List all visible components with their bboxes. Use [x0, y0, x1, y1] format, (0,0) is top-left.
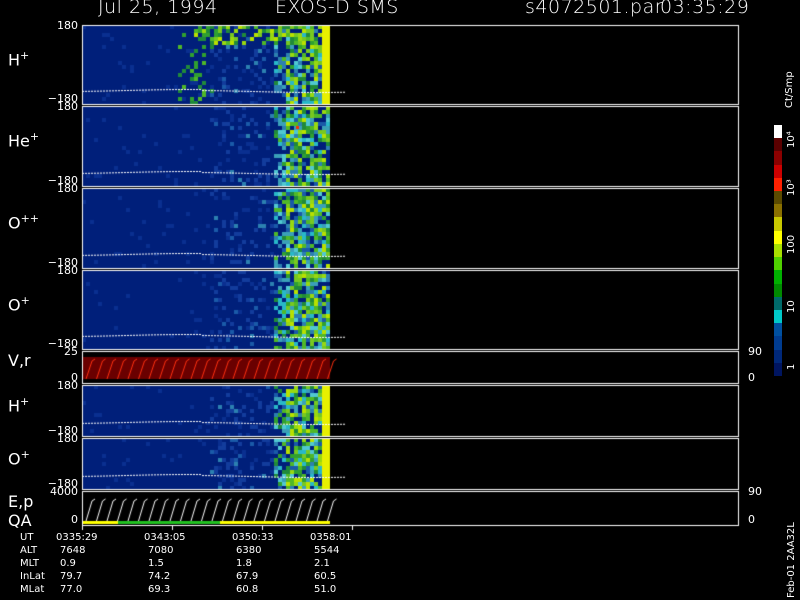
- ephemeris-row-name: ALT: [20, 545, 38, 556]
- ephemeris-row-name: MLT: [20, 558, 39, 569]
- colorbar-swatch: [774, 257, 782, 271]
- colorbar-swatch: [774, 204, 782, 218]
- header-date: Jul 25, 1994: [98, 0, 218, 18]
- panel-label-text: H: [8, 49, 21, 69]
- ephemeris-value: 69.3: [148, 584, 171, 595]
- panel-label: O+: [8, 294, 30, 314]
- colorbar-swatch: [774, 362, 782, 377]
- ephemeris-value: 0.9: [60, 558, 76, 569]
- panel-label-superscript: +: [20, 394, 30, 408]
- colorbar-swatch: [774, 336, 782, 351]
- colorbar-swatch: [774, 243, 782, 258]
- ephemeris-value: 67.9: [236, 571, 259, 582]
- colorbar-swatch: [774, 309, 782, 324]
- right-axis-tick-label: 90: [748, 485, 762, 498]
- colorbar-swatch: [774, 125, 782, 139]
- colorbar-tick-label: 1: [786, 363, 797, 370]
- colorbar-swatch: [774, 296, 782, 311]
- panel-label-superscript: ++: [20, 212, 40, 225]
- ephemeris-value: 1.8: [236, 558, 252, 569]
- ephemeris-row-name: MLat: [20, 584, 45, 595]
- right-axis-tick-label: 90: [748, 345, 762, 358]
- ephemeris-row: UT 0335:29 0343:05 0350:33 0358:01: [20, 532, 360, 544]
- right-axis-tick-label: 0: [748, 513, 755, 526]
- y-tick-label: 180: [57, 264, 78, 277]
- ephemeris-value: 1.5: [148, 558, 164, 569]
- ephemeris-value: 0343:05: [144, 532, 186, 543]
- colorbar-swatch: [774, 283, 782, 298]
- ephemeris-value: 51.0: [314, 584, 337, 595]
- panel-label-superscript: +: [29, 130, 40, 143]
- ephemeris-row: MLat 77.0 69.3 60.8 51.0: [20, 584, 360, 596]
- y-tick-label: 180: [57, 100, 78, 113]
- panel-label-text: He: [8, 131, 30, 151]
- panel-label-text: O: [8, 213, 21, 233]
- panel-label: V,r: [8, 351, 31, 370]
- y-tick-label: 25: [64, 345, 78, 358]
- colorbar-swatch: [774, 217, 782, 232]
- ephemeris-value: 5544: [314, 545, 340, 556]
- ephemeris-value: 60.8: [236, 584, 259, 595]
- panel-label-secondary: QA: [8, 511, 32, 530]
- header-instrument: EXOS-D SMS: [275, 0, 399, 18]
- y-tick-label: 0: [71, 513, 78, 526]
- ephemeris-value: 60.5: [314, 571, 337, 582]
- panel-label: E,p QA: [8, 492, 33, 530]
- ephemeris-row: InLat 79.7 74.2 67.9 60.5: [20, 571, 360, 583]
- colorbar-unit-label: Ct/Smp: [784, 71, 795, 108]
- panel-label-superscript: +: [20, 293, 30, 307]
- ephemeris-row-name: InLat: [20, 571, 45, 582]
- panel-label-text: E,p: [8, 492, 34, 511]
- y-tick-label: 180: [57, 432, 78, 445]
- right-axis-tick-label: 0: [748, 371, 755, 384]
- panel-label: O+: [8, 448, 30, 468]
- panel-label: H+: [8, 395, 29, 415]
- colorbar-tick-label: 100: [786, 234, 797, 254]
- colorbar-swatch: [774, 138, 782, 152]
- panel-label-text: H: [8, 395, 21, 415]
- spectrogram-canvas: [0, 0, 800, 600]
- panel-label-text: V,r: [8, 351, 31, 370]
- ephemeris-value: 79.7: [60, 571, 83, 582]
- ephemeris-value: 0358:01: [310, 532, 352, 543]
- colorbar-swatch: [774, 349, 782, 364]
- y-tick-label: 180: [57, 379, 78, 392]
- ephemeris-value: 74.2: [148, 571, 171, 582]
- panel-label: He+: [8, 130, 39, 150]
- panel-label: O++: [8, 212, 39, 232]
- colorbar-tick-label: 10⁴: [786, 131, 797, 148]
- ephemeris-value: 2.1: [314, 558, 330, 569]
- colorbar-swatch: [774, 151, 782, 166]
- ephemeris-row: ALT 7648 7080 6380 5544: [20, 545, 360, 557]
- colorbar-tick-label: 10³: [786, 179, 797, 196]
- y-tick-label: 180: [57, 19, 78, 32]
- colorbar-tick-label: 10: [786, 300, 797, 313]
- colorbar-swatch: [774, 164, 782, 179]
- colorbar-swatch: [774, 177, 782, 192]
- colorbar-swatch: [774, 323, 782, 337]
- footer-vertical-text: Feb-01 2AA32L: [786, 522, 797, 598]
- y-tick-label: 4000: [50, 485, 78, 498]
- ephemeris-value: 6380: [236, 545, 262, 556]
- colorbar-swatch: [774, 230, 782, 245]
- ephemeris-value: 7648: [60, 545, 86, 556]
- ephemeris-row-name: UT: [20, 532, 34, 543]
- header-time: 03:35:29: [660, 0, 750, 18]
- ephemeris-value: 7080: [148, 545, 174, 556]
- panel-label-text: O: [8, 294, 21, 314]
- ephemeris-row: MLT 0.9 1.5 1.8 2.1: [20, 558, 360, 570]
- panel-label-superscript: +: [20, 48, 30, 62]
- header-file: s4072501.par: [525, 0, 664, 18]
- panel-label-text: O: [8, 448, 21, 468]
- panel-label: H+: [8, 49, 29, 69]
- colorbar-swatch: [774, 191, 782, 205]
- panel-label-superscript: +: [20, 447, 30, 461]
- ephemeris-value: 0335:29: [56, 532, 98, 543]
- y-tick-label: 180: [57, 182, 78, 195]
- ephemeris-value: 0350:33: [232, 532, 274, 543]
- ephemeris-value: 77.0: [60, 584, 83, 595]
- colorbar-swatch: [774, 270, 782, 285]
